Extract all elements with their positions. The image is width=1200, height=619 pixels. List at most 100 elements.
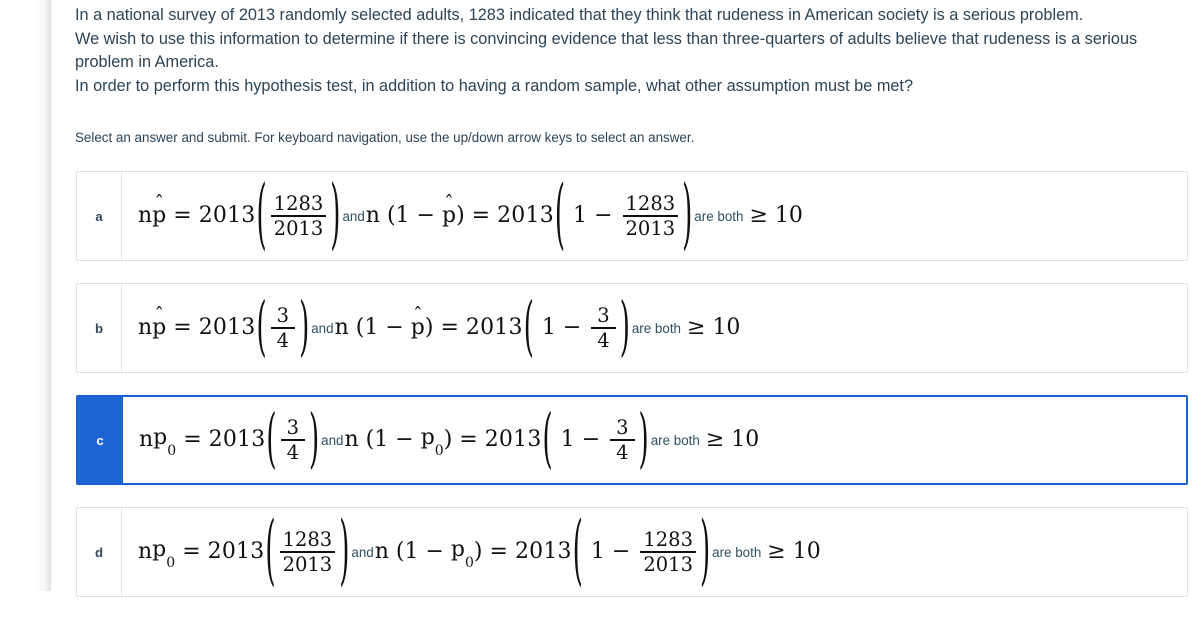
- connective-are-both-a: are both: [694, 209, 744, 225]
- math-expression-right: n (1− p0) = 2013( 1−1283 2013): [374, 514, 711, 591]
- hat-accent: ˆ: [154, 303, 164, 326]
- fraction-denominator: 4: [597, 328, 610, 352]
- p-hat-symbol: pˆ: [442, 193, 456, 227]
- hat-accent: ˆ: [444, 191, 454, 214]
- minus-sign: −: [594, 202, 613, 228]
- equals-sign: =: [183, 426, 202, 452]
- subscript-zero: 0: [465, 554, 474, 571]
- equals-sign: =: [182, 538, 201, 564]
- parameter-symbol: p0: [420, 425, 444, 458]
- one-literal: 1: [553, 426, 575, 452]
- fraction: 34: [591, 303, 616, 352]
- p-letter: p: [420, 425, 435, 451]
- n-letter: n: [139, 426, 154, 452]
- fraction: 1283 2013: [622, 191, 679, 240]
- equals-sign: =: [471, 202, 491, 228]
- hat-accent: ˆ: [413, 303, 423, 326]
- fraction-numerator: 1283: [625, 191, 676, 215]
- greater-equal-sign: ≥: [687, 315, 706, 341]
- connective-and-c: and: [321, 433, 344, 449]
- parameter-symbol: pˆ: [152, 305, 166, 339]
- fraction-denominator: 2013: [273, 216, 324, 240]
- answer-option-expression-d: n p0 = 2013(1283 2013) and n (1− p0) = 2013( 1−12…: [138, 514, 821, 591]
- p-hat-symbol: pˆ: [411, 305, 425, 339]
- minus-sign: −: [425, 538, 444, 564]
- one-literal: 1: [583, 538, 605, 564]
- left-paren: (: [256, 290, 267, 366]
- fraction-numerator: 1283: [273, 191, 324, 215]
- answer-options-list: a n p ˆ = 2013(1283 2013) and n (1− p ˆ) = 2013( 1−1…: [76, 171, 1188, 619]
- right-paren-plain: ): [424, 314, 434, 340]
- answer-option-letter-c[interactable]: c: [78, 397, 123, 483]
- parameter-symbol: pˆ: [442, 193, 456, 227]
- math-expression-right: n (1− p ˆ) = 2013( 1−1283 2013): [366, 178, 694, 255]
- right-paren-plain: ): [443, 426, 453, 452]
- equals-sign: =: [173, 314, 192, 340]
- answer-option-d[interactable]: d n p0 = 2013(1283 2013) and n (1− p0) = 2013( 1−1…: [76, 507, 1188, 597]
- answer-option-body-a: n p ˆ = 2013(1283 2013) and n (1− p ˆ) = 2013( 1−12…: [122, 172, 1187, 260]
- right-paren: ): [619, 290, 630, 366]
- answer-option-body-b: n p ˆ = 2013(3 4) and n (1− p ˆ) = 2013( 1−3 4) are b…: [122, 284, 1187, 372]
- parameter-symbol: p0: [152, 537, 175, 570]
- connective-are-both-d: are both: [712, 545, 762, 561]
- n-letter: n: [374, 538, 389, 564]
- one-literal: 1: [395, 202, 410, 228]
- minus-sign: −: [416, 202, 435, 228]
- right-paren-plain: ): [473, 538, 483, 564]
- p-letter: p: [450, 537, 465, 563]
- left-paren: (: [266, 402, 277, 478]
- sample-size: 2013: [208, 426, 266, 452]
- fraction-numerator: 3: [286, 415, 299, 439]
- one-literal: 1: [566, 202, 588, 228]
- answer-option-b[interactable]: b n p ˆ = 2013(3 4) and n (1− p ˆ) = 2013( 1−3 4) are …: [76, 283, 1188, 373]
- math-expression-right: n (1− p0) = 2013( 1−3 4): [344, 407, 650, 472]
- answer-option-a[interactable]: a n p ˆ = 2013(1283 2013) and n (1− p ˆ) = 2013( 1−1…: [76, 171, 1188, 261]
- question-line-1: In a national survey of 2013 randomly se…: [75, 6, 1084, 24]
- answer-option-c[interactable]: c n p0 = 2013(3 4) and n (1− p0) = 2013( 1−3 4) are …: [76, 395, 1188, 485]
- answer-option-letter-b[interactable]: b: [77, 284, 122, 372]
- fraction-denominator: 4: [276, 328, 290, 352]
- greater-equal-sign: ≥: [749, 203, 768, 229]
- question-line-2: We wish to use this information to deter…: [75, 29, 1138, 72]
- one-literal: 1: [364, 314, 379, 340]
- n-letter: n: [138, 202, 153, 228]
- minus-sign: −: [395, 426, 414, 452]
- connective-and-b: and: [311, 321, 334, 337]
- fraction-numerator: 3: [597, 303, 610, 327]
- sample-size: 2013: [484, 426, 542, 452]
- connective-are-both-b: are both: [631, 321, 681, 337]
- right-paren: ): [638, 402, 649, 478]
- minus-sign: −: [581, 426, 601, 452]
- math-expression-right: n (1− p ˆ) = 2013( 1−3 4): [335, 295, 631, 360]
- answer-instruction: Select an answer and submit. For keyboar…: [75, 130, 695, 145]
- right-paren: ): [699, 507, 711, 597]
- answer-option-letter-a[interactable]: a: [77, 172, 122, 260]
- answer-option-expression-a: n p ˆ = 2013(1283 2013) and n (1− p ˆ) = 2013( 1−12…: [138, 178, 803, 255]
- fraction-denominator: 2013: [643, 552, 693, 576]
- math-expression-left: n p0 = 2013(1283 2013): [138, 514, 350, 591]
- left-paren-plain: (: [348, 314, 365, 340]
- n-letter: n: [344, 426, 359, 452]
- fraction-denominator: 4: [286, 440, 299, 464]
- sample-size: 2013: [198, 202, 256, 228]
- connective-and-d: and: [351, 545, 374, 561]
- left-paren-plain: (: [379, 202, 396, 228]
- fraction-numerator: 3: [616, 415, 629, 439]
- fraction: 34: [280, 415, 305, 464]
- p-letter: p: [152, 537, 167, 563]
- fraction-denominator: 2013: [625, 216, 676, 240]
- fraction-numerator: 1283: [282, 527, 333, 551]
- answer-option-body-c: n p0 = 2013(3 4) and n (1− p0) = 2013( 1−3 4) are b…: [123, 397, 1186, 483]
- fraction-denominator: 4: [616, 440, 629, 464]
- greater-equal-sign: ≥: [767, 539, 786, 565]
- minus-sign: −: [611, 538, 631, 564]
- subscript-zero: 0: [434, 442, 444, 459]
- fraction-denominator: 2013: [282, 552, 333, 576]
- sample-size: 2013: [207, 538, 265, 564]
- left-paren: (: [542, 402, 553, 478]
- answer-option-letter-d[interactable]: d: [77, 508, 122, 596]
- parameter-symbol: pˆ: [411, 305, 425, 339]
- fraction-numerator: 1283: [643, 527, 693, 551]
- p-hat-symbol: pˆ: [152, 193, 166, 227]
- n-letter: n: [138, 538, 153, 564]
